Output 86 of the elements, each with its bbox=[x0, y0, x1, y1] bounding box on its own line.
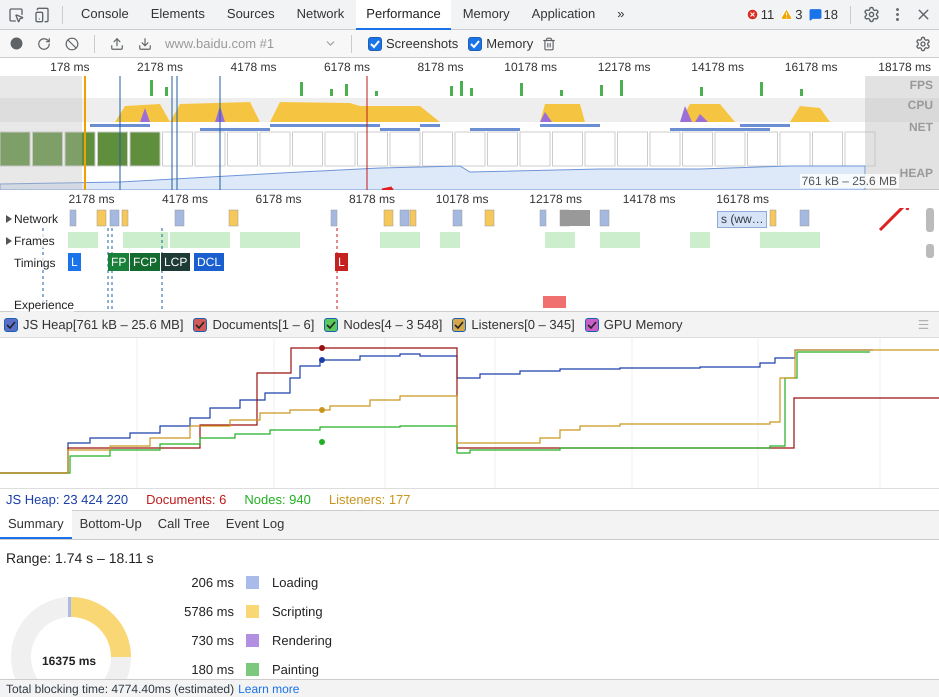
issue-count[interactable]: 18 bbox=[808, 7, 838, 22]
lane-label: HEAP bbox=[900, 166, 933, 180]
time-tick: 8178 ms bbox=[348, 191, 396, 208]
time-tick: 10178 ms bbox=[434, 191, 490, 208]
donut-total: 16375 ms bbox=[42, 654, 96, 668]
lane-label: FPS bbox=[910, 78, 933, 92]
hover-dot bbox=[319, 407, 325, 413]
heap-range: 761 kB – 25.6 MB bbox=[800, 174, 899, 188]
check-icon bbox=[326, 320, 336, 330]
message-icon bbox=[808, 8, 822, 21]
time-tick: 6178 ms bbox=[254, 191, 302, 208]
time-tick: 16178 ms bbox=[784, 59, 838, 76]
panel-tab[interactable]: Memory bbox=[452, 0, 520, 30]
counter-readout: Listeners: 177 bbox=[328, 492, 411, 507]
hover-dot bbox=[319, 439, 325, 445]
category-time: 730 ms bbox=[190, 633, 234, 648]
time-tick: 8178 ms bbox=[416, 59, 464, 76]
time-tick: 12178 ms bbox=[596, 59, 652, 76]
time-tick: 14178 ms bbox=[622, 191, 676, 208]
panel-tab[interactable]: Application bbox=[522, 0, 606, 30]
check-icon bbox=[6, 320, 16, 330]
hover-dot bbox=[319, 345, 325, 351]
counter-readout: JS Heap: 23 424 220 bbox=[6, 492, 128, 507]
category-label: Painting bbox=[272, 662, 320, 678]
time-tick: 6178 ms bbox=[322, 59, 371, 76]
track-label: Timings bbox=[14, 256, 56, 270]
issue-count[interactable]: 3 bbox=[780, 7, 803, 22]
timing-marker[interactable]: L bbox=[68, 253, 81, 271]
check-icon bbox=[195, 320, 206, 330]
network-request: s (ww… bbox=[717, 211, 767, 228]
counter-checkbox[interactable]: JS Heap[761 kB – 25.6 MB] bbox=[4, 317, 184, 332]
time-tick: 16178 ms bbox=[715, 191, 770, 208]
time-tick: 178 ms bbox=[49, 59, 90, 76]
time-tick: 2178 ms bbox=[67, 191, 116, 208]
option-checkbox[interactable]: Memory bbox=[468, 36, 534, 51]
panel-tab[interactable]: Performance bbox=[356, 0, 451, 30]
time-tick: 4178 ms bbox=[160, 191, 209, 208]
counter-readout: Documents: 6 bbox=[146, 492, 226, 507]
issue-count[interactable]: 11 bbox=[746, 7, 774, 22]
panel-tab[interactable]: Elements bbox=[140, 0, 215, 30]
check-icon bbox=[370, 38, 380, 48]
panel-tab[interactable]: Console bbox=[71, 0, 139, 30]
details-tab[interactable]: Event Log bbox=[218, 510, 292, 539]
timing-marker[interactable]: L bbox=[335, 253, 348, 271]
counter-checkbox[interactable]: Listeners[0 – 345] bbox=[452, 317, 575, 332]
counter-checkbox[interactable]: Nodes[4 – 3 548] bbox=[324, 317, 442, 332]
check-icon bbox=[470, 38, 480, 48]
error-icon bbox=[746, 8, 759, 21]
time-tick: 14178 ms bbox=[690, 59, 745, 76]
time-tick: 18178 ms bbox=[877, 59, 932, 76]
timing-marker[interactable]: FCP bbox=[130, 253, 160, 271]
panel-tab[interactable]: Network bbox=[286, 0, 354, 30]
category-label: Rendering bbox=[272, 633, 332, 648]
range-text: Range: 1.74 s – 18.11 s bbox=[6, 550, 155, 566]
hover-dot bbox=[319, 357, 325, 363]
more-tabs-button[interactable]: » bbox=[607, 0, 635, 30]
details-tab[interactable]: Summary bbox=[0, 510, 72, 539]
track-label: Experience bbox=[14, 298, 74, 312]
check-icon bbox=[454, 320, 464, 330]
counter-checkbox[interactable]: Documents[1 – 6] bbox=[193, 317, 314, 332]
check-icon bbox=[586, 320, 597, 330]
counter-readout: Nodes: 940 bbox=[244, 492, 311, 507]
track-label: Frames bbox=[14, 234, 55, 248]
learn-more-link[interactable]: Learn more bbox=[238, 682, 300, 696]
counter-checkbox[interactable]: GPU Memory bbox=[584, 317, 682, 332]
lane-label: CPU bbox=[908, 98, 933, 112]
time-tick: 4178 ms bbox=[229, 59, 278, 76]
track-label: Network bbox=[14, 212, 58, 226]
warning-icon bbox=[780, 8, 794, 21]
lane-label: NET bbox=[909, 120, 933, 134]
timing-marker[interactable]: DCL bbox=[194, 253, 224, 271]
blocking-time-text: Total blocking time: 4774.40ms (estimated) bbox=[6, 682, 234, 696]
panel-tab[interactable]: Sources bbox=[216, 0, 285, 30]
details-tab[interactable]: Bottom-Up bbox=[72, 510, 150, 539]
category-time: 5786 ms bbox=[183, 604, 234, 619]
category-time: 206 ms bbox=[190, 574, 234, 590]
timing-marker[interactable]: LCP bbox=[161, 253, 190, 271]
timing-marker[interactable]: FP bbox=[108, 253, 130, 271]
time-tick: 12178 ms bbox=[528, 191, 583, 208]
category-label: Loading bbox=[272, 574, 320, 590]
details-tab[interactable]: Call Tree bbox=[150, 510, 218, 539]
time-tick: 10178 ms bbox=[503, 59, 558, 76]
option-checkbox[interactable]: Screenshots bbox=[368, 36, 458, 51]
category-label: Scripting bbox=[272, 604, 324, 619]
time-tick: 2178 ms bbox=[136, 59, 184, 76]
category-time: 180 ms bbox=[190, 662, 234, 678]
